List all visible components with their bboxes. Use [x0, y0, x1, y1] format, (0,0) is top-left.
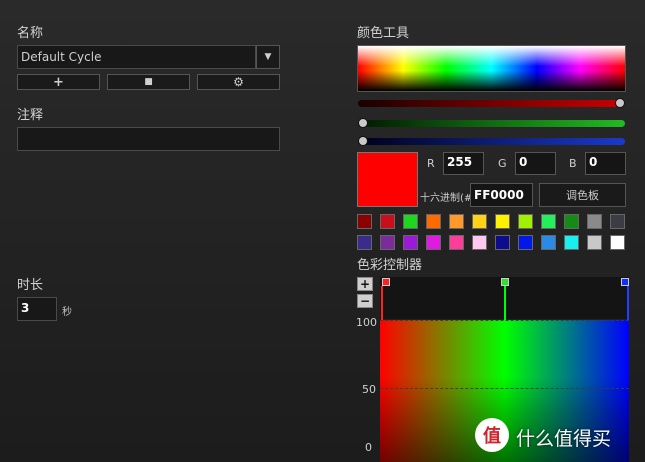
- stop-line-green: [504, 286, 506, 320]
- swatch-row-top: [357, 214, 627, 230]
- tick-50: 50: [362, 383, 376, 396]
- palette-button[interactable]: 调色板: [539, 183, 626, 207]
- color-tool-title: 颜色工具: [357, 26, 410, 41]
- watermark-logo: 值: [475, 418, 509, 452]
- color-swatch[interactable]: [449, 235, 464, 250]
- gridline-100: [380, 320, 629, 321]
- color-swatch[interactable]: [380, 214, 395, 229]
- color-swatch[interactable]: [472, 214, 487, 229]
- chevron-down-icon[interactable]: ▼: [256, 45, 280, 69]
- watermark-text: 什么值得买: [516, 428, 612, 450]
- color-swatch[interactable]: [426, 214, 441, 229]
- color-spectrum[interactable]: [357, 45, 626, 92]
- g-input[interactable]: 0: [515, 152, 556, 175]
- color-swatch[interactable]: [541, 214, 556, 229]
- color-swatch[interactable]: [518, 214, 533, 229]
- profile-select[interactable]: Default Cycle: [17, 45, 256, 69]
- color-swatch[interactable]: [380, 235, 395, 250]
- stop-handle-green[interactable]: [501, 278, 509, 286]
- red-slider-knob[interactable]: [615, 98, 625, 108]
- add-profile-button[interactable]: +: [17, 74, 100, 90]
- color-swatch[interactable]: [472, 235, 487, 250]
- color-swatch[interactable]: [610, 214, 625, 229]
- color-swatch[interactable]: [587, 214, 602, 229]
- add-stop-button[interactable]: +: [357, 277, 373, 291]
- color-swatch[interactable]: [587, 235, 602, 250]
- color-swatch[interactable]: [518, 235, 533, 250]
- blue-slider[interactable]: [358, 136, 625, 146]
- blue-slider-knob[interactable]: [358, 136, 368, 146]
- color-swatch[interactable]: [564, 235, 579, 250]
- red-slider[interactable]: [358, 98, 625, 108]
- color-swatch[interactable]: [610, 235, 625, 250]
- gear-icon[interactable]: ⚙: [197, 74, 280, 90]
- swatch-row-bottom: [357, 235, 627, 251]
- g-label: G: [498, 157, 507, 170]
- color-swatch[interactable]: [403, 235, 418, 250]
- b-label: B: [569, 157, 577, 170]
- remove-stop-button[interactable]: −: [357, 294, 373, 308]
- note-label: 注释: [17, 108, 44, 123]
- color-swatch[interactable]: [357, 235, 372, 250]
- gridline-50: [380, 388, 629, 389]
- delete-profile-button[interactable]: ■: [107, 74, 190, 90]
- current-color-swatch: [357, 152, 418, 207]
- color-swatch[interactable]: [403, 214, 418, 229]
- b-input[interactable]: 0: [585, 152, 626, 175]
- color-swatch[interactable]: [495, 214, 510, 229]
- tick-100: 100: [356, 316, 377, 329]
- hex-label: 十六进制(#: [420, 193, 473, 204]
- green-slider-knob[interactable]: [358, 118, 368, 128]
- color-swatch[interactable]: [495, 235, 510, 250]
- color-swatch[interactable]: [449, 214, 464, 229]
- duration-input[interactable]: 3: [17, 297, 57, 321]
- color-swatch[interactable]: [426, 235, 441, 250]
- hex-input[interactable]: FF0000: [470, 183, 533, 207]
- name-label: 名称: [17, 26, 44, 41]
- color-swatch[interactable]: [541, 235, 556, 250]
- r-input[interactable]: 255: [443, 152, 484, 175]
- duration-unit: 秒: [62, 307, 72, 318]
- color-swatch[interactable]: [564, 214, 579, 229]
- color-controller-title: 色彩控制器: [357, 258, 423, 273]
- stop-handle-blue[interactable]: [621, 278, 629, 286]
- stop-handle-red[interactable]: [382, 278, 390, 286]
- note-input[interactable]: [17, 127, 280, 151]
- duration-label: 时长: [17, 278, 44, 293]
- green-slider[interactable]: [358, 118, 625, 128]
- tick-0: 0: [365, 441, 372, 454]
- color-swatch[interactable]: [357, 214, 372, 229]
- r-label: R: [427, 157, 435, 170]
